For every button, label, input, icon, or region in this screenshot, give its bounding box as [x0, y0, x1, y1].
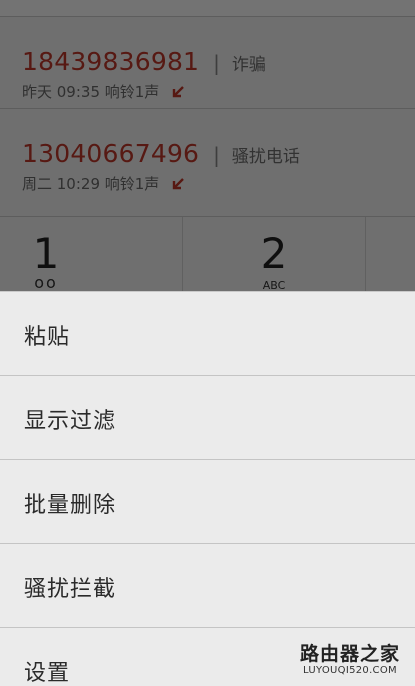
call-time: 昨天 09:35 响铃1声 — [22, 83, 160, 101]
call-time: 周二 10:29 响铃1声 — [22, 175, 160, 193]
dial-digit: 2 — [260, 229, 288, 278]
dialpad: 1 oo 2 ABC — [0, 216, 415, 297]
call-row-header: 13040667496 | 骚扰电话 — [22, 139, 300, 168]
site-watermark: 路由器之家 LUYOUQI520.COM — [291, 643, 409, 681]
missed-call-icon — [171, 85, 185, 99]
bottom-sheet-menu: 粘贴 显示过滤 批量删除 骚扰拦截 设置 路由器之家 LUYOUQI520.CO… — [0, 291, 415, 686]
menu-item-show-filter[interactable]: 显示过滤 — [0, 376, 415, 460]
menu-item-batch-delete[interactable]: 批量删除 — [0, 460, 415, 544]
menu-item-label: 设置 — [24, 661, 71, 686]
menu-item-label: 骚扰拦截 — [24, 577, 117, 602]
call-tag: 诈骗 — [231, 55, 266, 75]
call-log: 18439836981 | 诈骗 昨天 09:35 响铃1声 130406674… — [0, 0, 415, 200]
call-row-header: 18439836981 | 诈骗 — [22, 47, 266, 76]
call-log-row[interactable]: 13040667496 | 骚扰电话 周二 10:29 响铃1声 — [0, 108, 415, 200]
dial-key-3[interactable] — [366, 217, 415, 297]
phone-number: 13040667496 — [22, 139, 200, 168]
watermark-url: LUYOUQI520.COM — [303, 665, 397, 676]
watermark-title: 路由器之家 — [299, 643, 400, 665]
top-strip — [0, 0, 415, 16]
menu-item-label: 粘贴 — [24, 325, 71, 350]
call-tag: 骚扰电话 — [231, 147, 300, 167]
missed-call-icon — [171, 177, 185, 191]
call-log-row[interactable]: 18439836981 | 诈骗 昨天 09:35 响铃1声 — [0, 16, 415, 108]
menu-item-label: 批量删除 — [24, 493, 117, 518]
screen: 18439836981 | 诈骗 昨天 09:35 响铃1声 130406674… — [0, 0, 415, 686]
call-row-detail: 昨天 09:35 响铃1声 — [22, 81, 185, 102]
menu-item-label: 显示过滤 — [24, 409, 117, 434]
phone-number: 18439836981 — [22, 47, 200, 76]
menu-item-harassment-block[interactable]: 骚扰拦截 — [0, 544, 415, 628]
dial-key-1[interactable]: 1 oo — [0, 217, 183, 297]
voicemail-icon: oo — [34, 273, 58, 292]
dial-digit: 1 — [32, 229, 60, 278]
call-row-detail: 周二 10:29 响铃1声 — [22, 173, 185, 194]
dial-key-2[interactable]: 2 ABC — [183, 217, 366, 297]
separator: | — [213, 143, 220, 167]
menu-item-paste[interactable]: 粘贴 — [0, 292, 415, 376]
separator: | — [213, 51, 220, 75]
